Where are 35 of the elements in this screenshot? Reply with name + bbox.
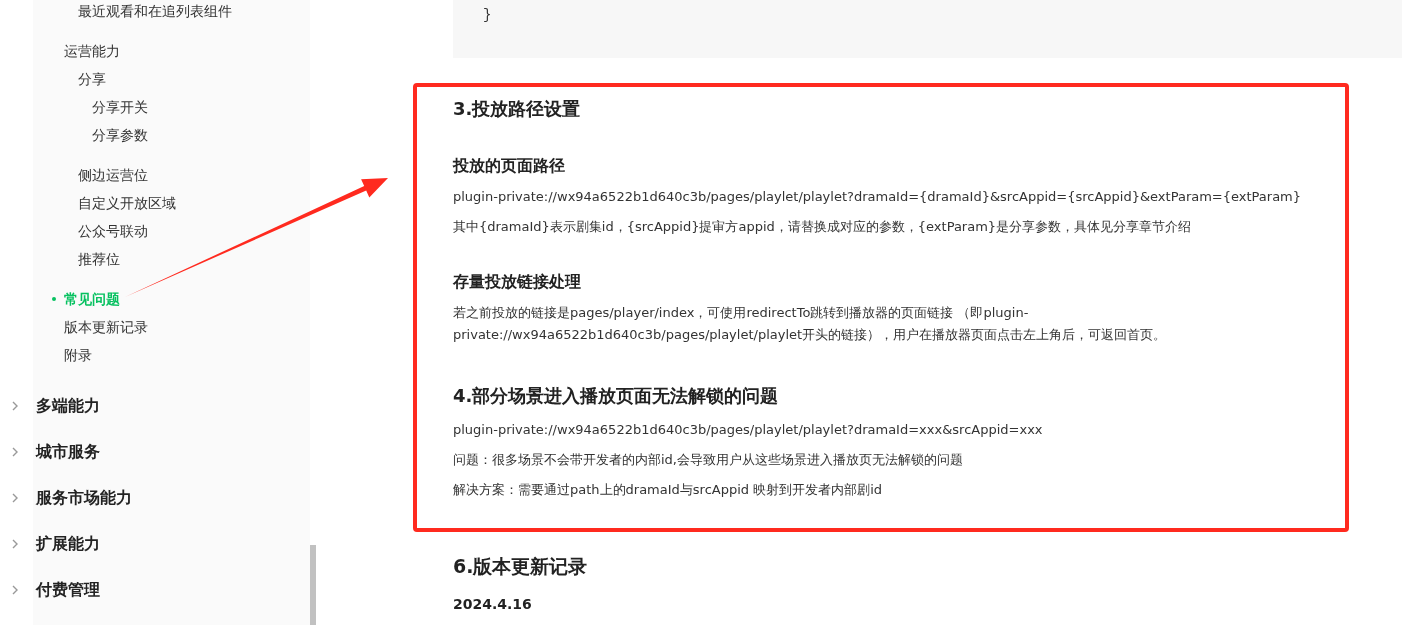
nav-item[interactable]: 版本更新记录 [64, 313, 148, 341]
section-heading: 4.部分场景进入播放页面无法解锁的问题 [453, 384, 780, 408]
chevron-icon[interactable] [11, 401, 19, 411]
nav-item[interactable]: 附录 [64, 341, 92, 369]
nav-item[interactable]: 分享开关 [92, 93, 148, 121]
subsection-heading: 存量投放链接处理 [453, 272, 582, 293]
paragraph: plugin-private://wx94a6522b1d640c3b/pages/playlet/playlet?dramaId=xxx&srcAppid=xxx [453, 421, 1044, 439]
paragraph: 其中{dramaId}表示剧集id，{srcAppid}提审方appid，请替换成对应的参数，{extParam}是分享参数，具体见分享章节介绍 [453, 218, 1193, 236]
nav-section[interactable]: 付费管理 [36, 579, 100, 601]
paragraph: 解决方案：需要通过path上的dramaId与srcAppid 映射到开发者内部剧id [453, 481, 884, 499]
nav-item[interactable]: 运营能力 [64, 37, 120, 65]
section-heading: 6.版本更新记录 [453, 554, 589, 579]
paragraph: 若之前投放的链接是pages/player/index，可使用redirectTo跳转到播放器的页面链接 （即plugin-private://wx94a6522b1d640c3b/pages/playlet/playlet开头的链接），用户在播放器页面点击左上角后，可返回首页。 [453, 304, 1168, 344]
chevron-icon[interactable] [11, 447, 19, 457]
nav-section[interactable]: 多端能力 [36, 395, 100, 417]
date-heading: 2024.4.16 [453, 595, 533, 614]
nav-item[interactable]: 公众号联动 [78, 217, 148, 245]
nav-item[interactable]: 自定义开放区域 [78, 189, 176, 217]
nav-section[interactable]: 城市服务 [36, 441, 100, 463]
section-heading: 3.投放路径设置 [453, 97, 582, 121]
nav-item[interactable]: 分享参数 [92, 121, 148, 149]
nav-section[interactable]: 扩展能力 [36, 533, 100, 555]
paragraph: plugin-private://wx94a6522b1d640c3b/pages/playlet/playlet?dramaId={dramaId}&srcAppid={srcAppid}&extParam={extParam} [453, 188, 1303, 206]
nav-section[interactable]: 服务市场能力 [36, 487, 132, 509]
chevron-icon[interactable] [11, 585, 19, 595]
nav-item[interactable]: 推荐位 [78, 245, 120, 273]
chevron-icon[interactable] [11, 493, 19, 503]
nav-item[interactable]: 最近观看和在追列表组件 [78, 0, 232, 25]
code-text: } [483, 7, 492, 23]
scrollbar-thumb[interactable] [310, 545, 316, 625]
subsection-heading: 投放的页面路径 [453, 156, 566, 177]
nav-item[interactable]: 分享 [78, 65, 106, 93]
chevron-icon[interactable] [11, 539, 19, 549]
nav-item[interactable]: 侧边运营位 [78, 161, 148, 189]
paragraph: 问题：很多场景不会带开发者的内部id,会导致用户从这些场景进入播放页无法解锁的问题 [453, 451, 964, 469]
